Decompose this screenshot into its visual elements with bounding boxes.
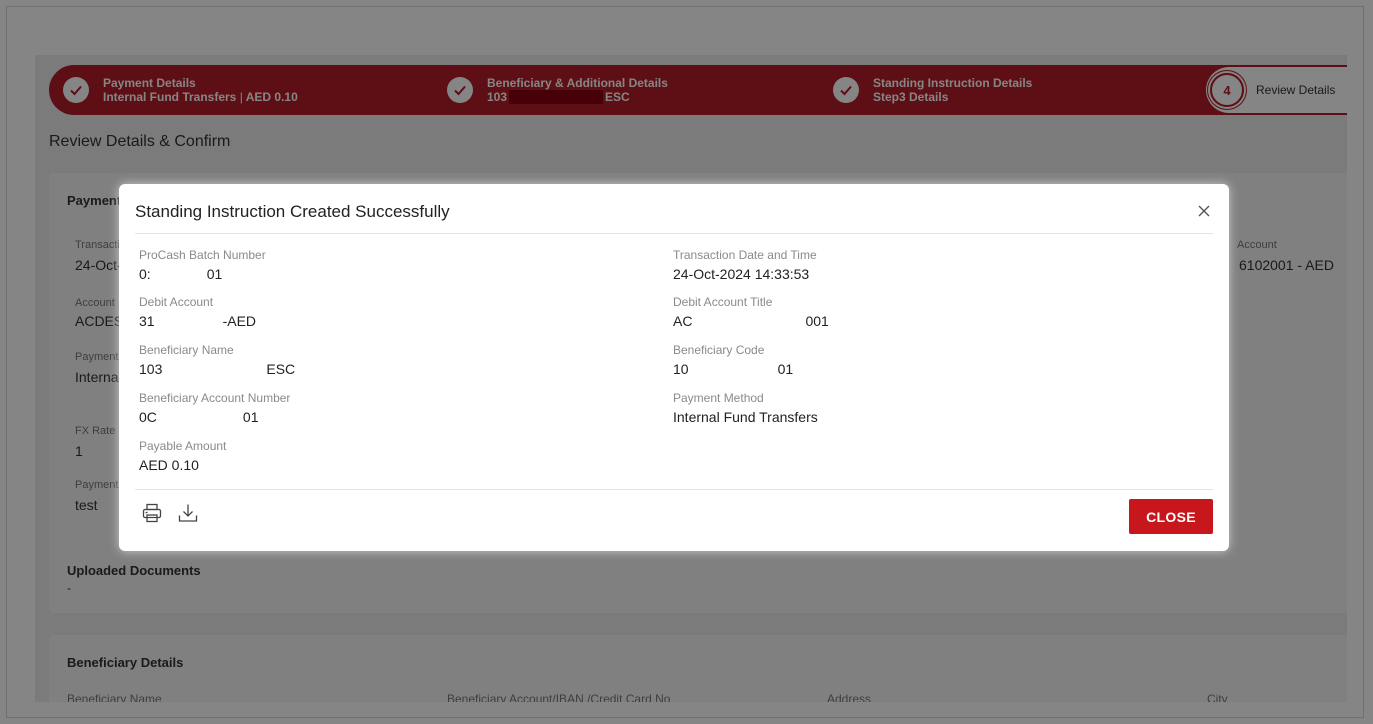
field-label: Beneficiary Code xyxy=(673,343,765,357)
close-button[interactable]: CLOSE xyxy=(1129,499,1213,534)
divider xyxy=(135,489,1213,490)
field-value-suffix: 001 xyxy=(805,313,829,329)
transaction-datetime-field: Transaction Date and Time 24-Oct-2024 14… xyxy=(673,248,817,282)
beneficiary-name-field: Beneficiary Name 103 ESC xyxy=(139,343,295,377)
payable-amount-field: Payable Amount AED 0.10 xyxy=(139,439,226,473)
payment-method-field: Payment Method Internal Fund Transfers xyxy=(673,391,818,425)
field-value-prefix: 31 xyxy=(139,313,155,329)
download-icon[interactable] xyxy=(177,502,201,526)
beneficiary-code-field: Beneficiary Code 10 01 xyxy=(673,343,793,377)
field-value-prefix: AC xyxy=(673,313,693,329)
field-value: AED 0.10 xyxy=(139,457,199,473)
beneficiary-account-number-field: Beneficiary Account Number 0C 01 xyxy=(139,391,290,425)
dialog-title: Standing Instruction Created Successfull… xyxy=(135,202,450,221)
field-value-prefix: 10 xyxy=(673,361,689,377)
success-dialog: Standing Instruction Created Successfull… xyxy=(119,184,1229,551)
divider xyxy=(135,233,1213,234)
field-value-suffix: 01 xyxy=(242,409,259,425)
field-value: Internal Fund Transfers xyxy=(673,409,818,425)
field-label: Transaction Date and Time xyxy=(673,248,817,262)
field-label: Payable Amount xyxy=(139,439,227,453)
field-value-suffix: -AED xyxy=(222,313,257,329)
field-value-prefix: 0: xyxy=(139,266,151,282)
field-value-prefix: 103 xyxy=(139,361,163,377)
procash-batch-field: ProCash Batch Number 0: 01 xyxy=(139,248,266,282)
debit-account-title-field: Debit Account Title AC 001 xyxy=(673,295,829,329)
field-label: Debit Account xyxy=(139,295,214,309)
field-label: Debit Account Title xyxy=(673,295,773,309)
field-label: ProCash Batch Number xyxy=(139,248,266,262)
field-label: Payment Method xyxy=(673,391,764,405)
field-value-suffix: 01 xyxy=(777,361,794,377)
field-value-suffix: ESC xyxy=(266,361,296,377)
field-value-prefix: 0C xyxy=(139,409,157,425)
printer-icon[interactable] xyxy=(141,502,165,526)
close-icon[interactable] xyxy=(1193,200,1215,222)
debit-account-field: Debit Account 31 -AED xyxy=(139,295,256,329)
field-label: Beneficiary Name xyxy=(139,343,234,357)
field-value: 24-Oct-2024 14:33:53 xyxy=(673,266,810,282)
field-label: Beneficiary Account Number xyxy=(139,391,291,405)
field-value-suffix: 01 xyxy=(206,266,223,282)
